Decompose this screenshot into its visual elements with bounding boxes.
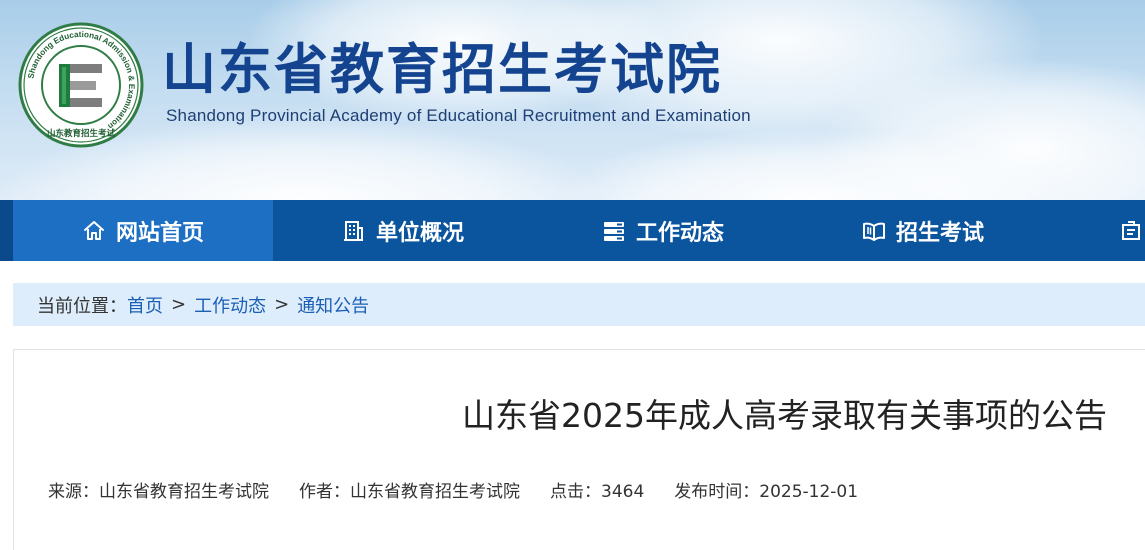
academy-logo[interactable]: Shandong Educational Admission & Examina… bbox=[18, 22, 144, 148]
nav-item-home[interactable]: 网站首页 bbox=[13, 200, 273, 261]
server-icon bbox=[603, 221, 624, 241]
breadcrumb: 当前位置： 首页 > 工作动态 > 通知公告 bbox=[13, 283, 1145, 326]
breadcrumb-separator: > bbox=[274, 294, 290, 315]
meta-label: 点击： bbox=[550, 482, 601, 502]
breadcrumb-link-notices[interactable]: 通知公告 bbox=[297, 292, 369, 318]
nav-item-more[interactable] bbox=[1053, 200, 1145, 261]
book-icon bbox=[862, 222, 885, 241]
article-meta: 来源：山东省教育招生考试院 作者：山东省教育招生考试院 点击：3464 发布时间… bbox=[48, 477, 888, 502]
meta-label: 来源： bbox=[48, 482, 99, 502]
site-subtitle: Shandong Provincial Academy of Education… bbox=[166, 106, 751, 125]
article-panel bbox=[13, 349, 1145, 550]
article-title: 山东省2025年成人高考录取有关事项的公告 bbox=[462, 396, 1107, 435]
breadcrumb-link-home[interactable]: 首页 bbox=[127, 292, 163, 318]
main-nav: 网站首页 单位概况 工作动态 招生考试 bbox=[0, 200, 1145, 261]
nav-item-about[interactable]: 单位概况 bbox=[273, 200, 533, 261]
info-card-icon bbox=[1122, 220, 1140, 240]
nav-item-label: 招生考试 bbox=[895, 220, 984, 246]
building-icon bbox=[343, 220, 363, 241]
site-title: 山东省教育招生考试院 bbox=[162, 38, 722, 101]
breadcrumb-prefix: 当前位置： bbox=[37, 295, 127, 317]
article-hits: 点击：3464 bbox=[550, 477, 644, 502]
article-author: 作者：山东省教育招生考试院 bbox=[299, 477, 520, 502]
meta-value: 3464 bbox=[601, 482, 645, 502]
nav-item-news[interactable]: 工作动态 bbox=[533, 200, 793, 261]
home-icon bbox=[83, 220, 104, 240]
nav-item-label: 单位概况 bbox=[375, 220, 464, 246]
article-source: 来源：山东省教育招生考试院 bbox=[48, 477, 269, 502]
nav-item-admission[interactable]: 招生考试 bbox=[793, 200, 1053, 261]
meta-label: 作者： bbox=[299, 482, 350, 502]
nav-item-label: 工作动态 bbox=[635, 220, 724, 246]
meta-value: 山东省教育招生考试院 bbox=[99, 482, 269, 502]
article-date: 发布时间：2025-12-01 bbox=[674, 477, 858, 502]
breadcrumb-link-news[interactable]: 工作动态 bbox=[194, 292, 266, 318]
breadcrumb-separator: > bbox=[171, 294, 187, 315]
meta-value: 2025-12-01 bbox=[759, 482, 859, 502]
nav-item-label: 网站首页 bbox=[115, 220, 204, 246]
meta-value: 山东省教育招生考试院 bbox=[350, 482, 520, 502]
logo-bottom-text: 山东教育招生考试 bbox=[47, 128, 116, 139]
meta-label: 发布时间： bbox=[674, 482, 760, 502]
header-banner: Shandong Educational Admission & Examina… bbox=[0, 0, 1145, 200]
